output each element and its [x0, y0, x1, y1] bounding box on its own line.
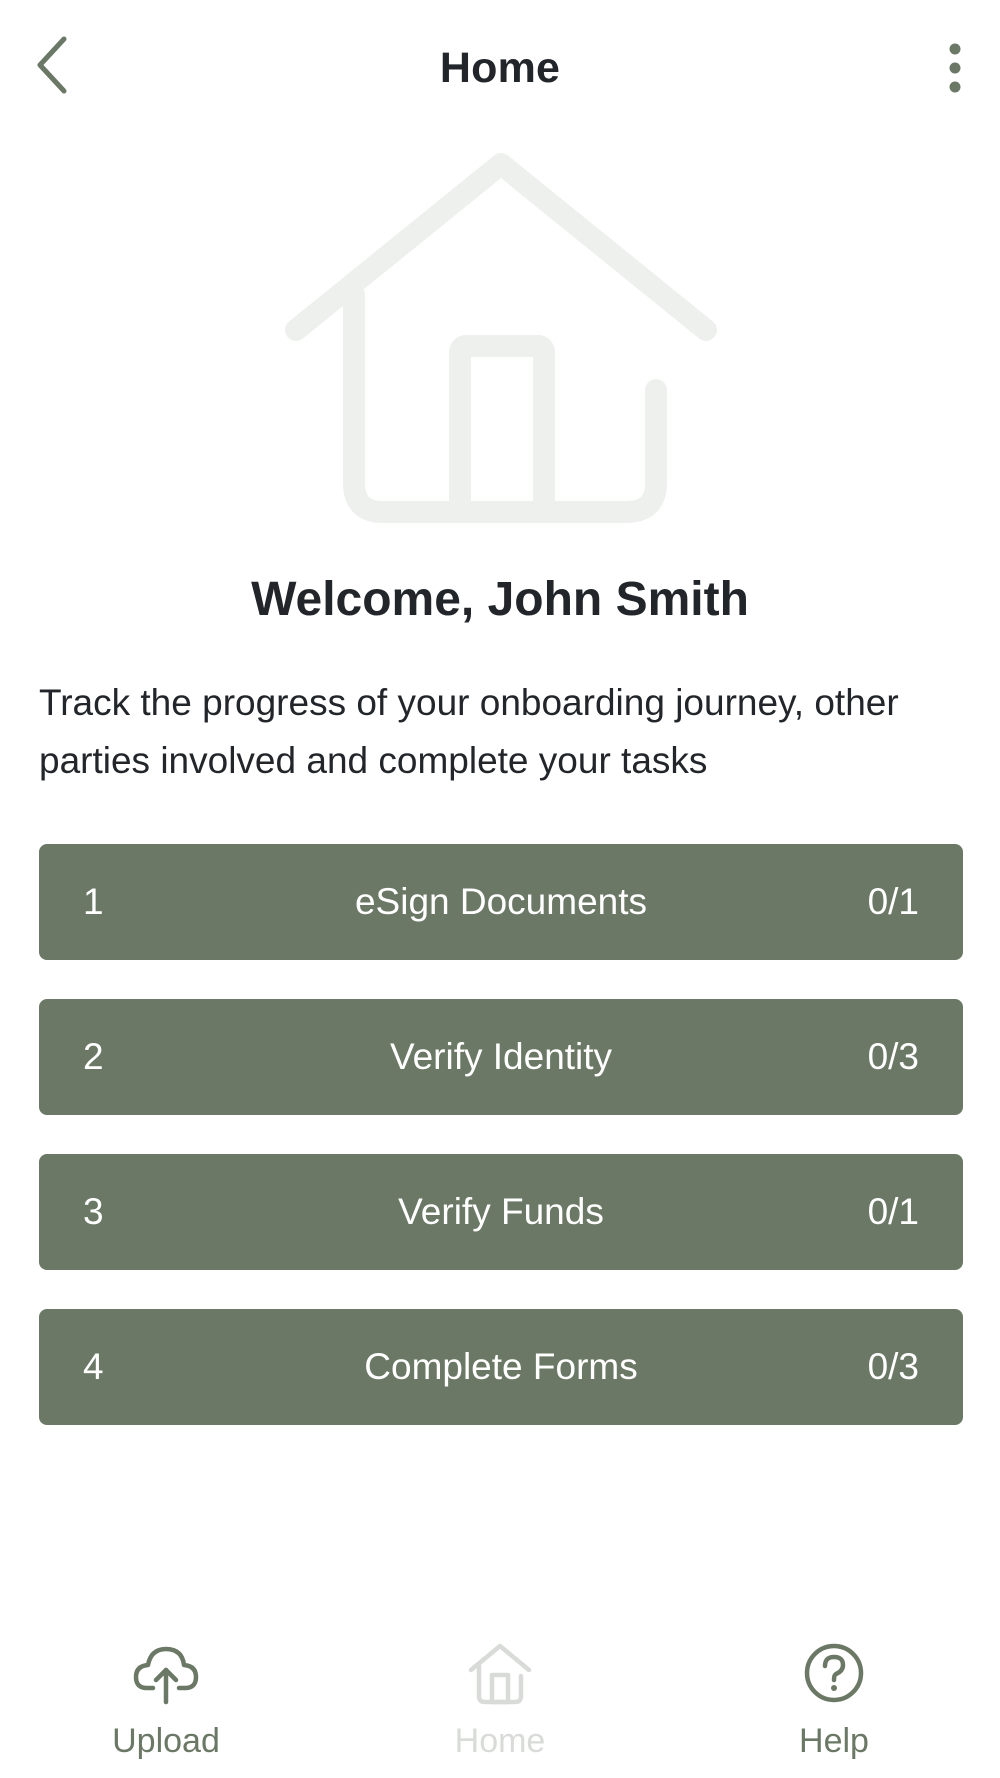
task-label: Verify Funds	[398, 1191, 604, 1232]
more-vertical-icon	[949, 43, 961, 93]
task-verify-identity[interactable]: 2 Verify Identity 0/3	[39, 999, 963, 1115]
nav-help[interactable]: Help	[734, 1620, 934, 1770]
task-esign-documents[interactable]: 1 eSign Documents 0/1	[39, 844, 963, 960]
nav-upload-label: Upload	[112, 1722, 220, 1760]
task-progress: 0/1	[867, 881, 919, 922]
task-label: eSign Documents	[354, 881, 648, 922]
task-label: Verify Identity	[389, 1036, 613, 1077]
more-options-button[interactable]	[930, 36, 980, 100]
task-complete-forms[interactable]: 4 Complete Forms 0/3	[39, 1309, 963, 1425]
task-list: 1 eSign Documents 0/1 2 Verify Identity …	[39, 844, 963, 1464]
bottom-navigation: Upload Home Help	[0, 1620, 1000, 1770]
house-illustration	[278, 150, 728, 535]
task-progress: 0/3	[867, 1346, 919, 1387]
top-bar: Home	[0, 0, 1000, 150]
task-progress: 0/3	[867, 1036, 919, 1077]
task-label: Complete Forms	[364, 1346, 638, 1387]
cloud-upload-icon	[133, 1646, 199, 1705]
task-verify-funds[interactable]: 3 Verify Funds 0/1	[39, 1154, 963, 1270]
nav-help-label: Help	[799, 1722, 869, 1760]
page-title: Home	[439, 44, 561, 92]
welcome-description: Track the progress of your onboarding jo…	[39, 682, 899, 781]
nav-home[interactable]: Home	[400, 1620, 600, 1770]
welcome-heading: Welcome, John Smith	[251, 573, 749, 626]
nav-upload[interactable]: Upload	[66, 1620, 266, 1770]
nav-home-label: Home	[454, 1722, 546, 1760]
help-circle-icon	[804, 1643, 864, 1703]
home-screen: Home Welcome, John Smith Track the progr…	[0, 0, 1000, 1778]
task-progress: 0/1	[867, 1191, 919, 1232]
home-icon	[468, 1643, 532, 1705]
